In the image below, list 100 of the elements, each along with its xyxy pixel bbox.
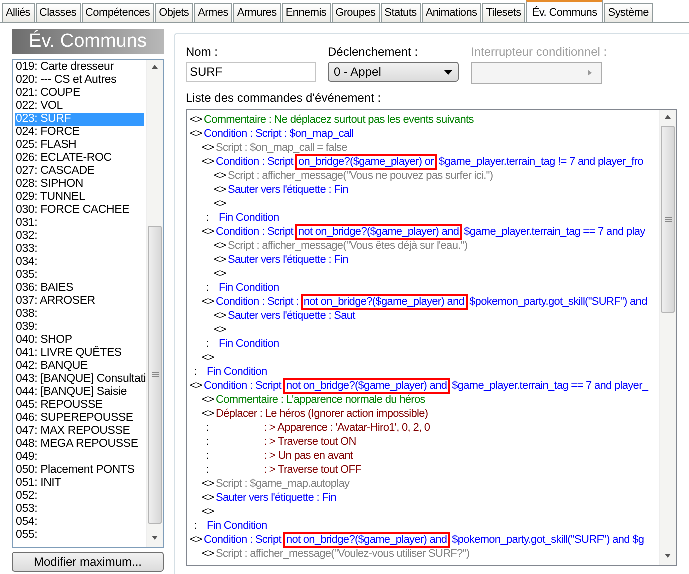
event-item[interactable]: 031: bbox=[15, 217, 144, 230]
event-item[interactable]: 020: --- CS et Autres bbox=[15, 74, 144, 87]
event-item[interactable]: 054: bbox=[15, 516, 144, 529]
command-text[interactable]: : > Traverse tout OFF bbox=[219, 463, 362, 477]
command-text[interactable]: Fin Condition bbox=[219, 337, 280, 351]
command-text[interactable]: Script : afficher_message("Vous ne pouvez pas surfer ici.") bbox=[228, 169, 494, 183]
event-item[interactable]: 048: MEGA REPOUSSE bbox=[15, 438, 144, 451]
command-marker: : bbox=[205, 421, 210, 435]
event-item[interactable]: 051: INIT bbox=[15, 477, 144, 490]
event-item[interactable]: 033: bbox=[15, 243, 144, 256]
command-text[interactable]: Fin Condition bbox=[219, 281, 280, 295]
command-text[interactable]: Script : $game_map.autoplay bbox=[216, 477, 350, 491]
event-item[interactable]: 019: Carte dresseur bbox=[15, 61, 144, 74]
tab[interactable]: Statuts bbox=[380, 3, 421, 22]
tab[interactable]: Compétences bbox=[82, 3, 154, 22]
event-item[interactable]: 046: SUPEREPOUSSE bbox=[15, 412, 144, 425]
scroll-thumb[interactable] bbox=[148, 226, 162, 524]
tab[interactable]: Objets bbox=[155, 3, 194, 22]
scroll-thumb[interactable] bbox=[661, 126, 675, 313]
tab[interactable]: Tilesets bbox=[482, 3, 526, 22]
scrollbar[interactable] bbox=[659, 110, 676, 565]
event-item[interactable]: 036: BAIES bbox=[15, 282, 144, 295]
event-item[interactable]: 045: REPOUSSE bbox=[15, 399, 144, 412]
command-text[interactable]: $game_player.terrain_tag == 7 and play bbox=[464, 225, 646, 239]
command-text[interactable]: $game_player.terrain_tag == 7 and player_ bbox=[452, 379, 648, 393]
command-marker: <> bbox=[202, 393, 216, 407]
event-item[interactable]: 042: BANQUE bbox=[15, 360, 144, 373]
tab[interactable]: Animations bbox=[422, 3, 482, 22]
event-item[interactable]: 049: bbox=[15, 451, 144, 464]
event-item[interactable]: 055: bbox=[15, 529, 144, 542]
event-item[interactable]: 050: Placement PONTS bbox=[15, 464, 144, 477]
event-item[interactable]: 040: SHOP bbox=[15, 334, 144, 347]
tab[interactable]: Ennemis bbox=[282, 3, 331, 22]
command-text[interactable]: Condition : Script bbox=[204, 533, 282, 547]
switch-field[interactable] bbox=[471, 62, 602, 84]
command-marker: : bbox=[205, 337, 210, 351]
event-item[interactable]: 032: bbox=[15, 230, 144, 243]
command-text[interactable]: $game_player.terrain_tag != 7 and player_fro bbox=[438, 155, 644, 169]
tab[interactable]: Armures bbox=[233, 3, 281, 22]
tab[interactable]: Év. Communs bbox=[526, 0, 604, 22]
command-text[interactable]: Sauter vers l'étiquette : Saut bbox=[228, 309, 356, 323]
tab[interactable]: Groupes bbox=[332, 3, 380, 22]
command-marker: <> bbox=[202, 225, 216, 239]
event-item[interactable]: 052: bbox=[15, 490, 144, 503]
event-item[interactable]: 022: VOL bbox=[15, 100, 144, 113]
event-item[interactable]: 030: FORCE CACHEE bbox=[15, 204, 144, 217]
event-item[interactable]: 024: FORCE bbox=[15, 126, 144, 139]
command-text[interactable]: Condition : Script bbox=[204, 379, 282, 393]
command-text[interactable]: Condition : Script : $on_map_call bbox=[204, 127, 354, 141]
command-text[interactable]: Commentaire : Ne déplacez surtout pas les events suivants bbox=[204, 113, 474, 127]
event-item[interactable]: 026: ECLATE-ROC bbox=[15, 152, 144, 165]
scrollbar[interactable] bbox=[146, 60, 163, 547]
trigger-dropdown[interactable]: 0 - Appel bbox=[328, 62, 459, 82]
command-text[interactable]: : > Traverse tout ON bbox=[219, 435, 356, 449]
event-item[interactable]: 034: bbox=[15, 256, 144, 269]
tab[interactable]: Classes bbox=[36, 3, 81, 22]
command-text[interactable]: : > Un pas en avant bbox=[219, 449, 354, 463]
command-text[interactable]: Condition : Script bbox=[216, 155, 294, 169]
event-item[interactable]: 038: bbox=[15, 308, 144, 321]
event-item[interactable]: 053: bbox=[15, 503, 144, 516]
command-marker: <> bbox=[202, 351, 216, 365]
event-item[interactable]: 025: FLASH bbox=[15, 139, 144, 152]
command-text[interactable]: Sauter vers l'étiquette : Fin bbox=[228, 183, 348, 197]
event-item[interactable]: 027: CASCADE bbox=[15, 165, 144, 178]
command-text[interactable]: Condition : Script : bbox=[216, 295, 299, 309]
command-text[interactable]: Fin Condition bbox=[207, 519, 268, 533]
command-text[interactable]: $pokemon_party.got_skill("SURF") and bbox=[470, 295, 648, 309]
command-marker: <> bbox=[202, 547, 216, 561]
command-text[interactable]: Condition : Script bbox=[216, 225, 294, 239]
command-text[interactable]: Déplacer : Le héros (Ignorer action impossible) bbox=[216, 407, 428, 421]
event-item[interactable]: 037: ARROSER bbox=[15, 295, 144, 308]
command-text[interactable]: : > Apparence : 'Avatar-Hiro1', 0, 2, 0 bbox=[219, 421, 430, 435]
command-marker: <> bbox=[214, 253, 228, 267]
tab[interactable]: Alliés bbox=[2, 3, 34, 22]
command-text[interactable]: Sauter vers l'étiquette : Fin bbox=[216, 491, 336, 505]
command-text[interactable]: Script : afficher_message("Vous êtes déjà sur l'eau.") bbox=[228, 239, 468, 253]
command-text[interactable]: Script : $on_map_call = false bbox=[216, 141, 348, 155]
tab[interactable]: Armes bbox=[194, 3, 232, 22]
command-text[interactable]: Commentaire : L'apparence normale du héros bbox=[216, 393, 426, 407]
modify-maximum-button[interactable]: Modifier maximum... bbox=[12, 552, 164, 572]
event-item[interactable]: 047: MAX REPOUSSE bbox=[15, 425, 144, 438]
event-item[interactable]: 021: COUPE bbox=[15, 87, 144, 100]
event-item[interactable]: 039: bbox=[15, 321, 144, 334]
panel-title: Év. Communs bbox=[12, 29, 164, 54]
command-text[interactable]: Script : afficher_message("Voulez-vous utiliser SURF?") bbox=[216, 547, 470, 561]
event-item[interactable]: 041: LIVRE QUÊTES bbox=[15, 347, 144, 360]
event-item[interactable]: 035: bbox=[15, 269, 144, 282]
tab[interactable]: Système bbox=[604, 3, 653, 22]
event-item[interactable]: 043: [BANQUE] Consultati bbox=[15, 373, 144, 386]
command-text[interactable]: $pokemon_party.got_skill("SURF") and $g bbox=[452, 533, 644, 547]
command-text[interactable]: Fin Condition bbox=[207, 365, 268, 379]
event-item[interactable]: 028: SIPHON bbox=[15, 178, 144, 191]
command-marker: : bbox=[193, 519, 198, 533]
command-marker: <> bbox=[214, 183, 228, 197]
name-field[interactable]: SURF bbox=[186, 62, 316, 82]
command-text[interactable]: Fin Condition bbox=[219, 211, 280, 225]
event-item[interactable]: 029: TUNNEL bbox=[15, 191, 144, 204]
field-label: Déclenchement : bbox=[328, 45, 420, 59]
command-text[interactable]: Sauter vers l'étiquette : Fin bbox=[228, 253, 348, 267]
event-item[interactable]: 044: [BANQUE] Saisie bbox=[15, 386, 144, 399]
